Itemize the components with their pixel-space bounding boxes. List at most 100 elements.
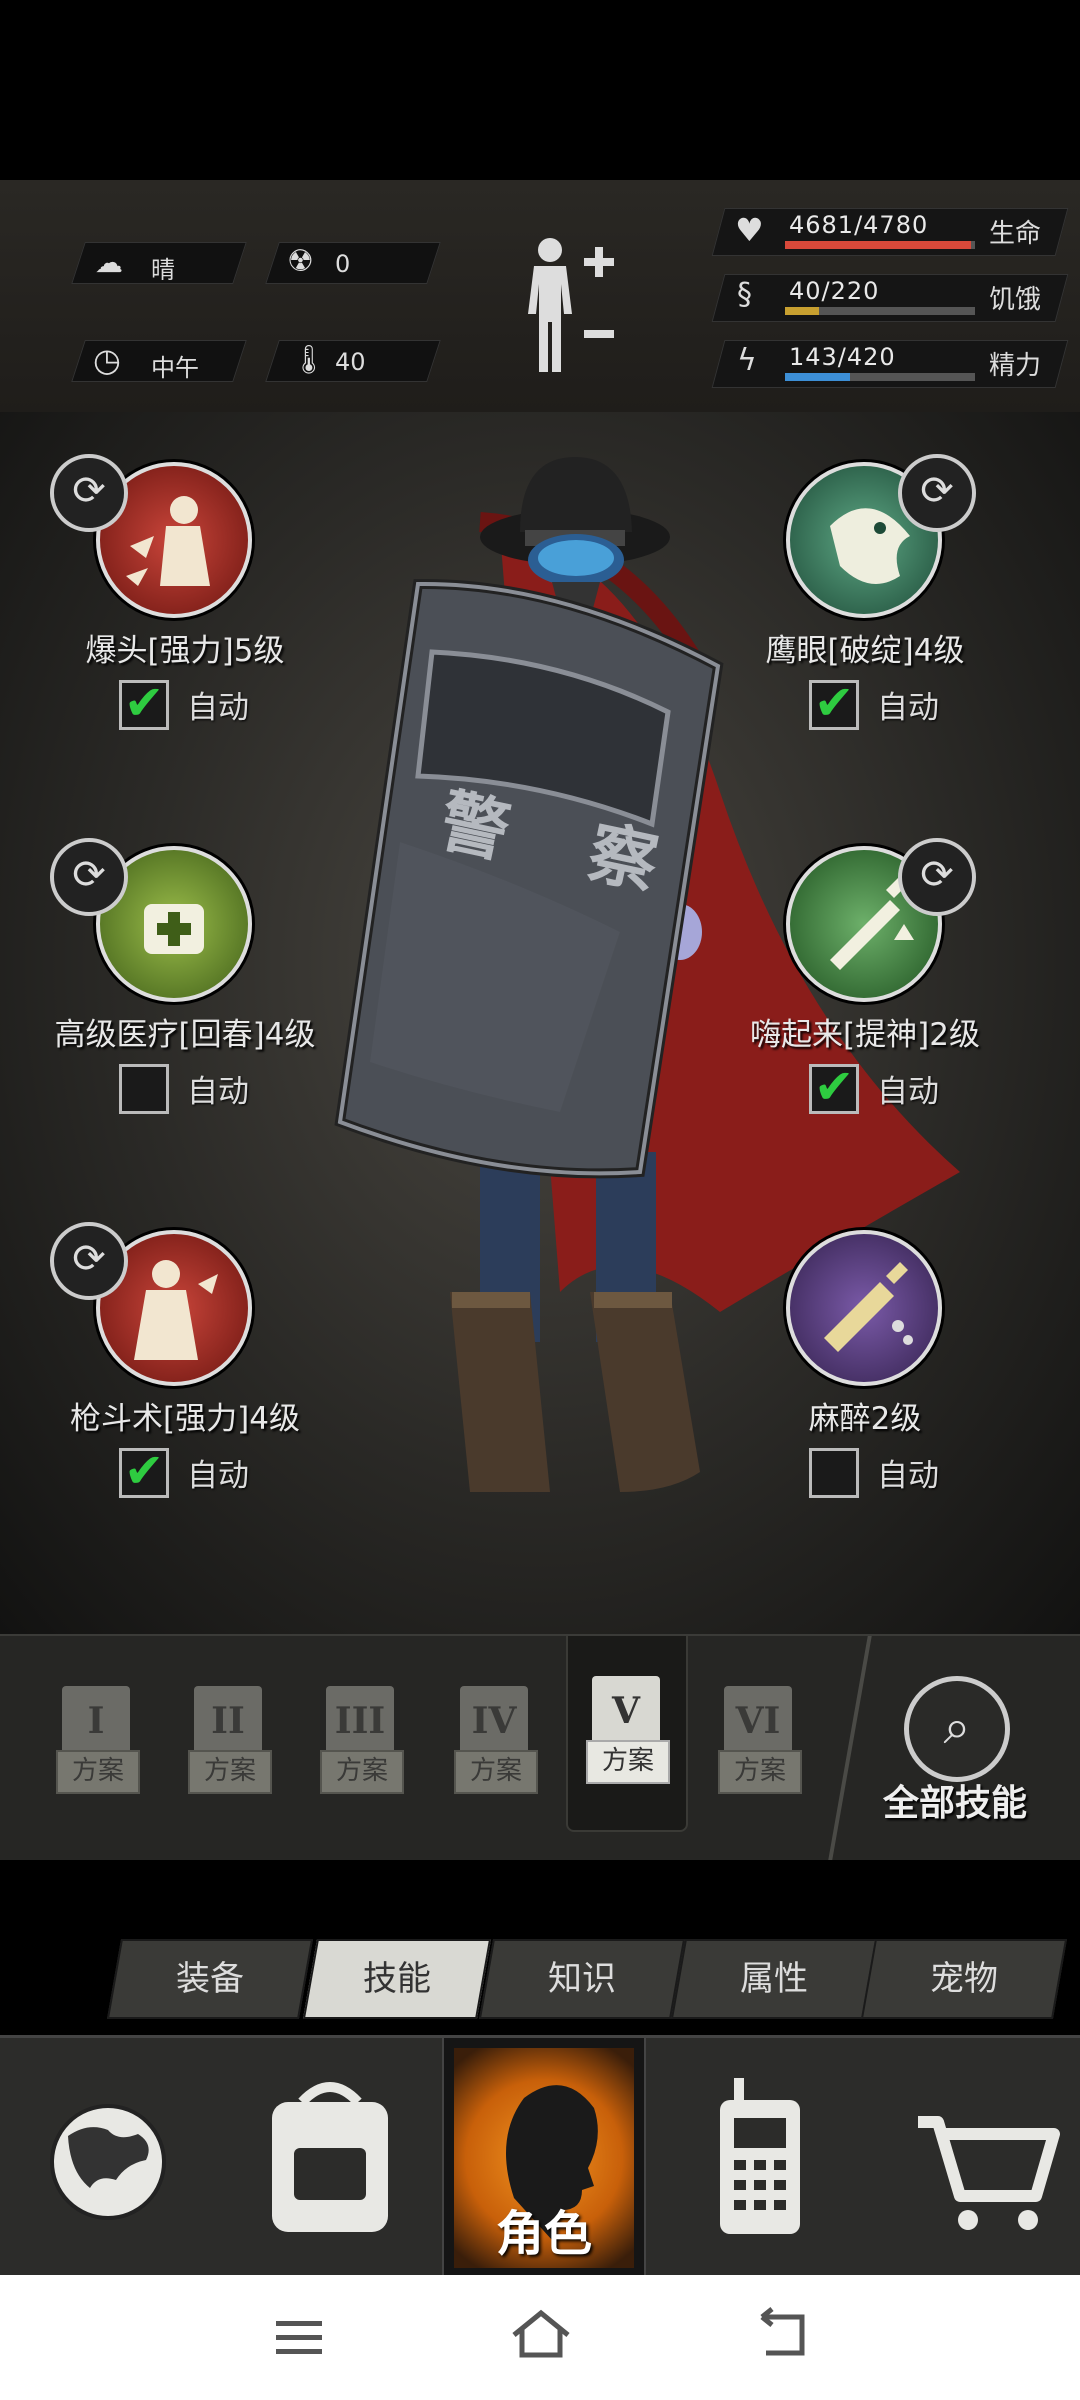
home-icon[interactable] — [506, 2305, 576, 2365]
tab-equipment[interactable]: 装备 — [106, 1939, 314, 2019]
heart-icon: ♥ — [735, 211, 764, 249]
skill-name: 枪斗术[强力]4级 — [70, 1401, 300, 1437]
auto-checkbox[interactable]: ✔ — [809, 675, 859, 731]
plan-label: 方案 — [320, 1750, 404, 1794]
plan-2-tab[interactable]: II 方案 — [188, 1686, 272, 1794]
system-nav-bar — [0, 2275, 1080, 2400]
back-icon[interactable] — [752, 2305, 812, 2365]
swap-skill-button[interactable]: ⟳ — [898, 454, 976, 532]
auto-checkbox[interactable]: ✔ — [809, 1059, 859, 1115]
clock-icon: ◷ — [93, 341, 121, 379]
auto-label: 自动 — [877, 690, 939, 726]
auto-checkbox[interactable] — [809, 1448, 859, 1498]
time-chip: ◷ 中午 — [71, 340, 247, 382]
nav-radio[interactable] — [648, 2038, 858, 2278]
hunger-label: 饥饿 — [989, 285, 1042, 315]
skill-gun-fu[interactable]: ⟳ 枪斗术[强力]4级 ✔ 自动 — [40, 1222, 320, 1530]
tab-label: 技能 — [363, 1959, 431, 1999]
plan-6-tab[interactable]: VI 方案 — [718, 1686, 802, 1794]
time-value: 中午 — [151, 354, 199, 382]
syringe-skill-icon[interactable] — [786, 1230, 942, 1386]
divider — [828, 1636, 872, 1860]
health-label: 生命 — [989, 219, 1042, 249]
all-skills-button[interactable]: ⌕ 全部技能 — [870, 1676, 1040, 1826]
tab-label: 属性 — [740, 1959, 808, 1999]
nav-shop[interactable] — [860, 2038, 1080, 2278]
plan-label: 方案 — [56, 1750, 140, 1794]
tab-attributes[interactable]: 属性 — [670, 1939, 878, 2019]
health-stat: ♥ 4681/4780 生命 — [711, 208, 1069, 256]
energy-value: 143/420 — [789, 343, 896, 371]
plan-1-tab[interactable]: I 方案 — [56, 1686, 140, 1794]
all-skills-label: 全部技能 — [882, 1783, 1027, 1824]
skill-name: 麻醉2级 — [808, 1401, 922, 1437]
skill-advanced-medical[interactable]: ⟳ 高级医疗[回春]4级 自动 — [40, 838, 320, 1146]
skill-name: 嗨起来[提神]2级 — [750, 1017, 980, 1053]
auto-label: 自动 — [877, 1074, 939, 1110]
weather-chip: ☁ 晴 — [71, 242, 247, 284]
check-mark-icon: ✔ — [814, 675, 855, 731]
energy-head-icon: ϟ — [737, 343, 757, 378]
tab-pets[interactable]: 宠物 — [860, 1939, 1068, 2019]
tab-label: 装备 — [176, 1959, 244, 1999]
energy-stat: ϟ 143/420 精力 — [711, 340, 1069, 388]
menu-icon[interactable] — [270, 2313, 330, 2363]
nav-world-map[interactable] — [0, 2038, 220, 2278]
hunger-stat: § 40/220 饥饿 — [711, 274, 1069, 322]
auto-checkbox[interactable]: ✔ — [119, 1443, 169, 1499]
plan-5-tab[interactable]: V 方案 — [586, 1676, 670, 1784]
skill-hawkeye[interactable]: ⟳ 鹰眼[破绽]4级 ✔ 自动 — [730, 454, 1010, 762]
auto-label: 自动 — [877, 1458, 939, 1494]
radiation-chip: ☢ 0 — [265, 242, 441, 284]
shopping-cart-icon — [918, 2116, 1060, 2230]
auto-label: 自动 — [187, 1074, 249, 1110]
health-value: 4681/4780 — [789, 211, 929, 239]
skill-headshot[interactable]: ⟳ 爆头[强力]5级 ✔ 自动 — [40, 454, 320, 762]
globe-icon — [50, 2104, 166, 2220]
skill-book-icon: ⌕ — [904, 1676, 1010, 1782]
auto-checkbox[interactable] — [119, 1064, 169, 1114]
body-figure-icon — [528, 238, 614, 372]
auto-label: 自动 — [187, 690, 249, 726]
skill-high-energy[interactable]: ⟳ 嗨起来[提神]2级 ✔ 自动 — [730, 838, 1010, 1146]
auto-checkbox[interactable]: ✔ — [119, 675, 169, 731]
check-mark-icon: ✔ — [124, 675, 165, 731]
plan-4-tab[interactable]: IV 方案 — [454, 1686, 538, 1794]
plan-label: 方案 — [586, 1740, 670, 1784]
swap-skill-button[interactable]: ⟳ — [50, 838, 128, 916]
check-mark-icon: ✔ — [124, 1443, 165, 1499]
skill-anesthesia[interactable]: 麻醉2级 自动 — [730, 1230, 1010, 1530]
walkie-talkie-icon — [720, 2078, 800, 2234]
swap-skill-button[interactable]: ⟳ — [898, 838, 976, 916]
swap-skill-button[interactable]: ⟳ — [50, 1222, 128, 1300]
swap-skill-button[interactable]: ⟳ — [50, 454, 128, 532]
plan-label: 方案 — [188, 1750, 272, 1794]
tab-skills[interactable]: 技能 — [302, 1939, 492, 2019]
tab-label: 知识 — [548, 1959, 616, 1999]
nav-backpack[interactable] — [220, 2038, 440, 2278]
hunger-value: 40/220 — [789, 277, 880, 305]
tab-knowledge[interactable]: 知识 — [478, 1939, 686, 2019]
radiation-icon: ☢ — [287, 244, 314, 279]
radiation-value: 0 — [335, 250, 351, 278]
weather-value: 晴 — [151, 256, 175, 284]
skill-name: 爆头[强力]5级 — [85, 633, 285, 669]
hunger-bar — [785, 307, 975, 315]
plan-label: 方案 — [454, 1750, 538, 1794]
character-scene: 警 察 ⟳ 爆头[强力]5级 ✔ 自动 ⟳ 鹰眼[破绽]4级 ✔ 自动 ⟳ 高级… — [0, 412, 1080, 1634]
auto-label: 自动 — [187, 1458, 249, 1494]
backpack-icon — [272, 2082, 388, 2232]
status-panel: ☁ 晴 ☢ 0 ◷ 中午 🌡︎ 40 ♥ 4681/4780 生命 § 40/2… — [0, 180, 1080, 415]
health-bar — [785, 241, 975, 249]
tab-label: 宠物 — [930, 1959, 998, 1999]
temperature-value: 40 — [335, 348, 366, 376]
nav-character[interactable]: 角色 — [442, 2038, 646, 2278]
energy-label: 精力 — [989, 351, 1042, 381]
plan-3-tab[interactable]: III 方案 — [320, 1686, 404, 1794]
skill-name: 高级医疗[回春]4级 — [54, 1017, 316, 1053]
temperature-chip: 🌡︎ 40 — [265, 340, 441, 382]
energy-bar — [785, 373, 975, 381]
skill-plan-bar: I 方案 II 方案 III 方案 IV 方案 V 方案 VI 方案 ⌕ 全部技… — [0, 1634, 1080, 1860]
body-status-button[interactable] — [520, 234, 630, 374]
bottom-nav: 角色 — [0, 2035, 1080, 2278]
